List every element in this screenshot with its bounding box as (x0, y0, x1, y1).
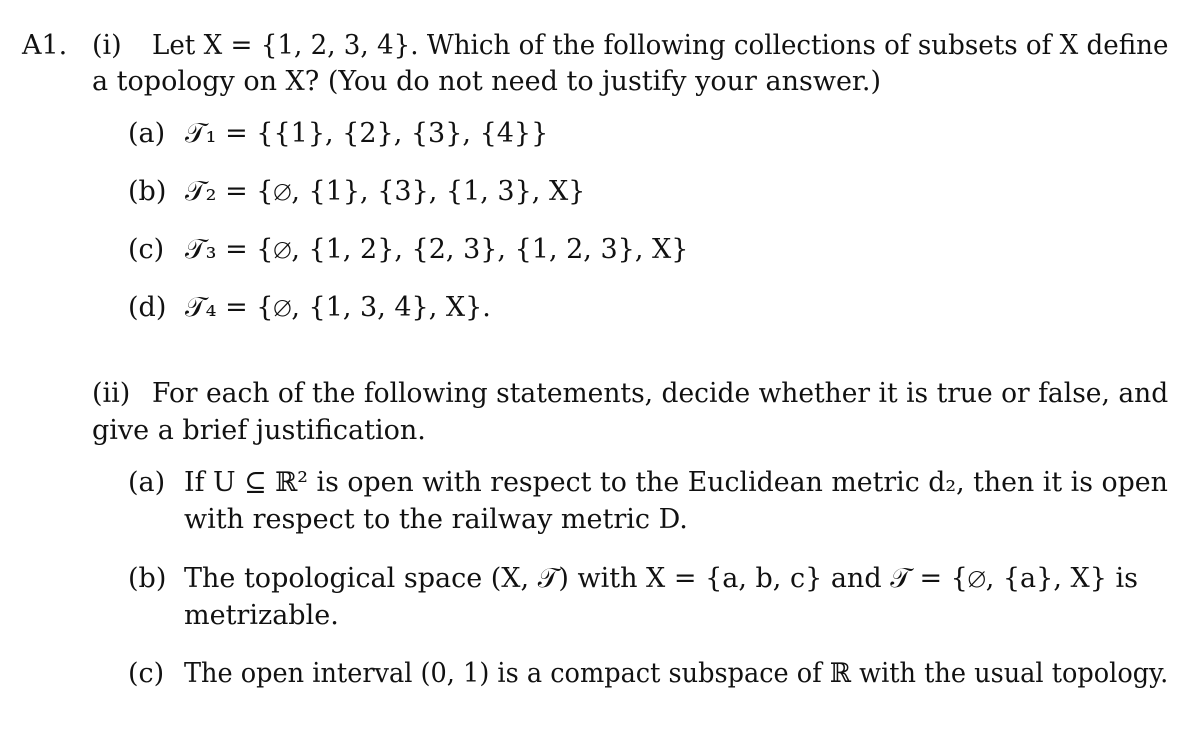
part-ii-label: (ii) (92, 378, 131, 409)
part-i-label: (i) (92, 30, 122, 61)
statement-a-line2: with respect to the railway metric D. (184, 504, 688, 535)
part-i-line1: Let X = {1, 2, 3, 4}. Which of the follo… (152, 30, 1169, 61)
statement-a-label: (a) (128, 467, 166, 498)
statement-b-line2: metrizable. (184, 600, 339, 631)
option-a-text: 𝒯₁ = {{1}, {2}, {3}, {4}} (185, 118, 549, 149)
statement-b-line1: The topological space (X, 𝒯) with X = {a… (184, 563, 1138, 594)
statement-b-label: (b) (128, 563, 167, 594)
statement-a-line1: If U ⊆ ℝ² is open with respect to the Eu… (184, 467, 1168, 498)
option-a-label: (a) (128, 118, 166, 149)
part-ii-line2: give a brief justification. (92, 415, 426, 446)
part-i-line2: a topology on X? (You do not need to jus… (92, 66, 881, 97)
option-c-label: (c) (128, 234, 165, 265)
part-ii-line1: For each of the following statements, de… (152, 378, 1169, 409)
statement-c-line1: The open interval (0, 1) is a compact su… (184, 658, 1169, 689)
option-b-label: (b) (128, 176, 167, 207)
question-number: A1. (22, 30, 68, 61)
option-d-label: (d) (128, 292, 167, 323)
option-d-text: 𝒯₄ = {∅, {1, 3, 4}, X}. (185, 292, 491, 323)
option-c-text: 𝒯₃ = {∅, {1, 2}, {2, 3}, {1, 2, 3}, X} (185, 234, 689, 265)
statement-c-label: (c) (128, 658, 165, 689)
option-b-text: 𝒯₂ = {∅, {1}, {3}, {1, 3}, X} (185, 176, 586, 207)
